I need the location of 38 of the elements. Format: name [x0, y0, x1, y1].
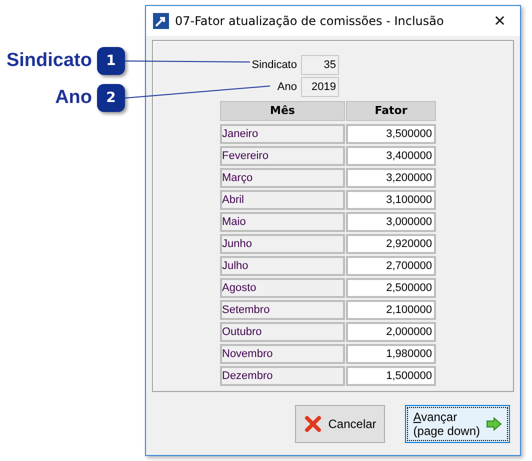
- table-cell: Março: [220, 168, 345, 188]
- table-cell[interactable]: 3,000000: [346, 212, 436, 232]
- table-cell[interactable]: 2,100000: [346, 300, 436, 320]
- table-cell: Fevereiro: [220, 146, 345, 166]
- table-cell[interactable]: 2,500000: [346, 278, 436, 298]
- table-cell[interactable]: 3,200000: [346, 168, 436, 188]
- table-cell[interactable]: 2,920000: [346, 234, 436, 254]
- table-cell: Dezembro: [220, 366, 345, 386]
- column-header[interactable]: Mês: [220, 101, 345, 121]
- table-cell: Agosto: [220, 278, 345, 298]
- callout-number: 2: [97, 84, 125, 112]
- table-cell: Setembro: [220, 300, 345, 320]
- table-cell: Janeiro: [220, 124, 345, 144]
- table-cell: Abril: [220, 190, 345, 210]
- callout-number: 1: [97, 47, 125, 75]
- field-label: Sindicato: [250, 59, 297, 71]
- table-cell[interactable]: 1,500000: [346, 366, 436, 386]
- table-cell: Outubro: [220, 322, 345, 342]
- column-header[interactable]: Fator: [346, 101, 436, 121]
- input-field[interactable]: 35: [301, 55, 339, 75]
- table-cell: Junho: [220, 234, 345, 254]
- window-title: 07-Fator atualização de comissões - Inclusão: [175, 14, 445, 28]
- close-button[interactable]: ✕: [480, 6, 520, 36]
- input-field[interactable]: 2019: [301, 77, 339, 97]
- table-cell[interactable]: 2,000000: [346, 322, 436, 342]
- callout-label: Ano: [55, 87, 92, 109]
- table-cell[interactable]: 3,500000: [346, 124, 436, 144]
- table-cell: Julho: [220, 256, 345, 276]
- table-cell[interactable]: 1,980000: [346, 344, 436, 364]
- next-button[interactable]: Avançar (page down): [405, 405, 510, 443]
- table-cell[interactable]: 3,100000: [346, 190, 436, 210]
- table-cell: Novembro: [220, 344, 345, 364]
- table-cell: Maio: [220, 212, 345, 232]
- cancel-button[interactable]: Cancelar: [295, 405, 386, 443]
- table-cell[interactable]: 3,400000: [346, 146, 436, 166]
- callout-label: Sindicato: [6, 50, 92, 72]
- field-label: Ano: [276, 81, 297, 93]
- table-cell[interactable]: 2,700000: [346, 256, 436, 276]
